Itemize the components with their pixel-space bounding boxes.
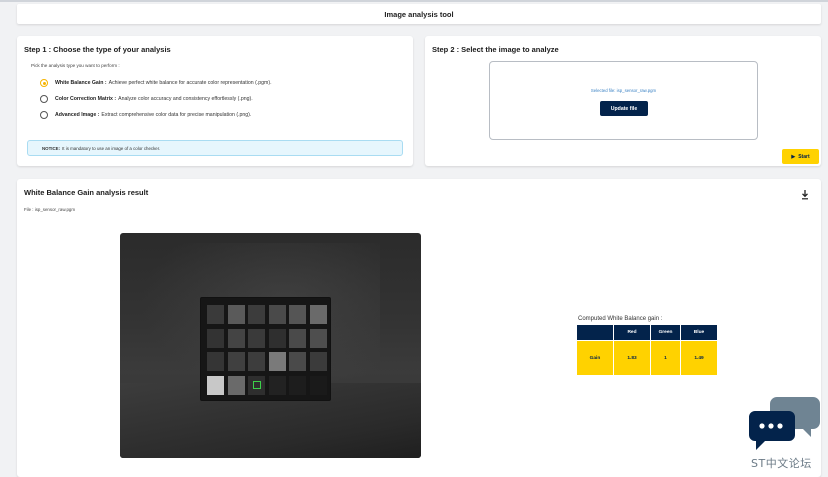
checker-patch (309, 352, 327, 371)
radio-white-balance[interactable] (40, 79, 48, 87)
step1-instruction: Pick the analysis type you want to perfo… (31, 63, 120, 68)
result-card: White Balance Gain analysis result File … (17, 179, 821, 477)
table-row: Gain 1.83 1 1.49 (577, 341, 717, 375)
notice-text: It is mandatory to use an image of a col… (62, 145, 161, 151)
checker-patch (268, 328, 286, 348)
checker-patch (268, 375, 286, 395)
checker-patch (248, 305, 265, 324)
checker-patch (248, 328, 265, 348)
gain-green-cell: 1 (651, 341, 680, 375)
checker-patch (289, 375, 306, 395)
update-file-button[interactable]: Update file (600, 101, 648, 116)
watermark-text: ST中文论坛 (751, 457, 812, 470)
header-cell: Red (614, 325, 650, 340)
checker-patch (207, 352, 224, 371)
option-color-correction[interactable]: Color Correction Matrix : Analyze color … (40, 95, 253, 103)
option-name: Color Correction Matrix : (55, 96, 117, 102)
header-cell (577, 325, 613, 340)
option-white-balance[interactable]: White Balance Gain : Achieve perfect whi… (40, 79, 272, 87)
step1-card: Step 1 : Choose the type of your analysi… (17, 36, 413, 166)
top-border (0, 0, 828, 2)
gain-label-cell: Gain (577, 341, 613, 375)
checker-patch (207, 328, 224, 348)
notice-label: NOTICE: (42, 145, 61, 151)
checker-patch (309, 305, 327, 324)
color-checker (201, 298, 330, 400)
checker-patch (248, 352, 265, 371)
download-icon[interactable] (801, 190, 809, 200)
checker-patch (227, 328, 245, 348)
gain-table: Red Green Blue Gain 1.83 1 1.49 (576, 324, 718, 376)
play-icon: ▶ (791, 153, 796, 160)
option-name: Advanced Image : (55, 112, 100, 118)
header-cell: Blue (681, 325, 717, 340)
gain-blue-cell: 1.49 (681, 341, 717, 375)
result-title: White Balance Gain analysis result (24, 188, 149, 197)
result-file-label: File : isp_sensor_raw.pgm (24, 207, 76, 212)
checker-patch (309, 375, 327, 395)
radio-color-correction[interactable] (40, 95, 48, 103)
checker-patch (227, 305, 245, 324)
step2-card: Step 2 : Select the image to analyze Sel… (425, 36, 821, 166)
step2-title: Step 2 : Select the image to analyze (432, 45, 559, 54)
option-name: White Balance Gain : (55, 80, 107, 86)
analyzed-image (120, 233, 421, 458)
step1-title: Step 1 : Choose the type of your analysi… (24, 45, 171, 54)
selection-marker (252, 381, 261, 389)
gain-red-cell: 1.83 (614, 341, 650, 375)
checker-patch (207, 375, 224, 395)
gain-table-header: Red Green Blue (577, 325, 717, 340)
start-button[interactable]: ▶ Start (782, 149, 819, 164)
file-dropzone[interactable]: Selected file: isp_sensor_raw.pgm Update… (489, 61, 758, 140)
option-description: Analyze color accuracy and consistency e… (118, 96, 253, 102)
checker-patch (207, 305, 224, 324)
app-title: Image analysis tool (384, 9, 454, 19)
checker-patch (289, 352, 306, 371)
option-description: Achieve perfect white balance for accura… (108, 80, 272, 86)
checker-patch (227, 375, 245, 395)
gain-title: Computed White Balance gain : (578, 316, 663, 322)
checker-patch (268, 352, 286, 371)
checker-patch (289, 328, 306, 348)
chat-bubbles-logo (749, 397, 820, 450)
option-description: Extract comprehensive color data for pre… (101, 112, 252, 118)
header-cell: Green (651, 325, 680, 340)
app-header: Image analysis tool (17, 4, 821, 24)
radio-advanced-image[interactable] (40, 111, 48, 119)
option-advanced-image[interactable]: Advanced Image : Extract comprehensive c… (40, 111, 251, 119)
checker-patch (309, 328, 327, 348)
selected-file-text: Selected file: isp_sensor_raw.pgm (590, 88, 657, 93)
notice-banner: NOTICE: It is mandatory to use an image … (27, 140, 403, 156)
checker-patch (227, 352, 245, 371)
checker-patch (268, 305, 286, 324)
checker-patch (289, 305, 306, 324)
start-label: Start (798, 153, 810, 160)
